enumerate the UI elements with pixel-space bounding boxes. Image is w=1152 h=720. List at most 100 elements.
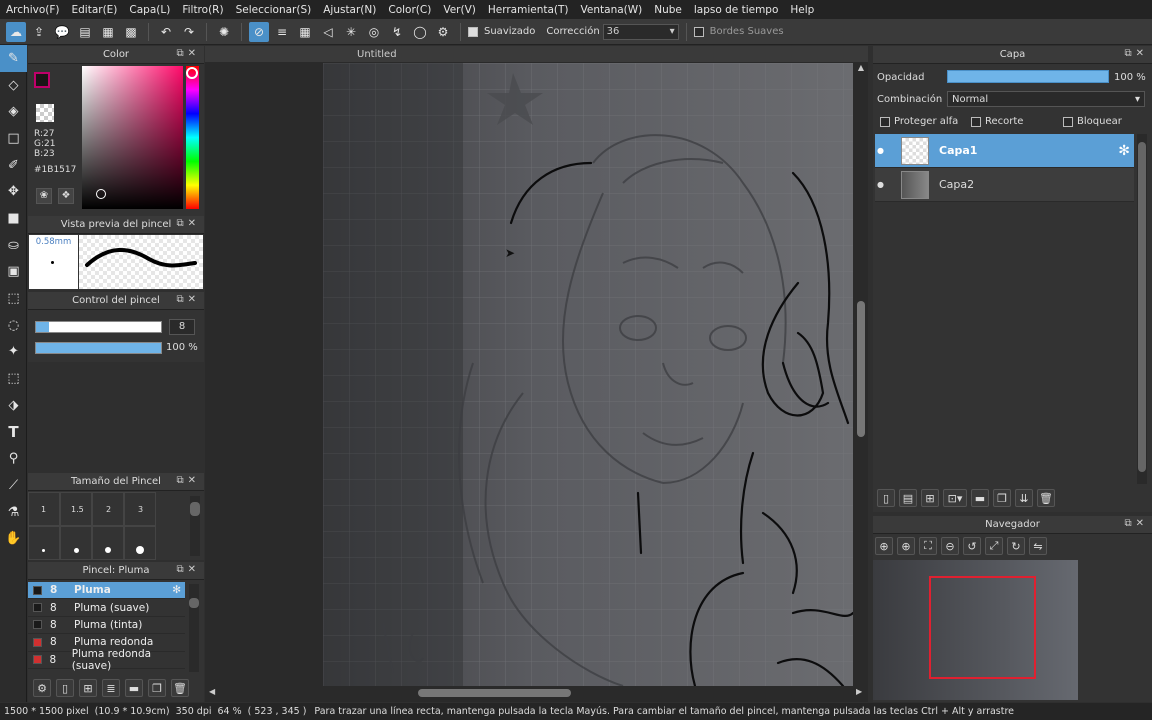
folder-icon[interactable]: ▬: [971, 489, 989, 507]
snap-grid-icon[interactable]: ▦: [295, 22, 315, 42]
gear-icon[interactable]: ✻: [172, 584, 181, 596]
cloud-icon[interactable]: ☁: [6, 21, 26, 42]
menu-help[interactable]: Help: [784, 4, 820, 16]
visibility-icon[interactable]: ●: [877, 180, 891, 189]
scroll-left-icon[interactable]: ◀: [209, 687, 215, 696]
new-layer-alt-icon[interactable]: ▤: [899, 489, 917, 507]
menu-seleccionar[interactable]: Seleccionar(S): [230, 4, 318, 16]
share-icon[interactable]: ⇪: [29, 22, 49, 42]
merge-icon[interactable]: ⇊: [1015, 489, 1033, 507]
folder-icon[interactable]: ▬: [125, 679, 143, 697]
redo-icon[interactable]: ↷: [179, 22, 199, 42]
correction-select[interactable]: 36 ▾: [602, 23, 679, 40]
blur-eraser-icon[interactable]: ◈: [0, 98, 27, 125]
scroll-thumb[interactable]: [190, 502, 200, 516]
navigator-viewport[interactable]: [929, 576, 1036, 679]
gear-icon[interactable]: ✻: [1118, 143, 1130, 159]
trash-icon[interactable]: 🗑: [171, 679, 189, 697]
fit-icon[interactable]: ⛶: [919, 537, 937, 555]
close-icon[interactable]: ⧉✕: [176, 564, 200, 575]
undo-icon[interactable]: ↶: [156, 22, 176, 42]
operation-icon[interactable]: ⚲: [0, 445, 27, 472]
artboard[interactable]: [323, 63, 853, 686]
layer-menu-icon[interactable]: ⊡▾: [943, 489, 967, 507]
menu-ventana[interactable]: Ventana(W): [575, 4, 649, 16]
brush-item[interactable]: 8 Pluma redonda (suave): [28, 648, 185, 672]
close-icon[interactable]: ⧉✕: [1124, 48, 1148, 59]
snap-settings-icon[interactable]: ⚙: [433, 22, 453, 42]
snap-ellipse-icon[interactable]: ◯: [410, 22, 430, 42]
eraser-tool-icon[interactable]: ◇: [0, 72, 27, 99]
grid-icon[interactable]: ▩: [121, 22, 141, 42]
hue-slider[interactable]: [186, 66, 199, 209]
brush-item[interactable]: 8 Pluma ✻: [28, 582, 185, 600]
size-cell[interactable]: 1: [28, 492, 60, 526]
clipping-checkbox[interactable]: [971, 116, 981, 127]
snap-circle-icon[interactable]: ◎: [364, 22, 384, 42]
clipping-option[interactable]: Recorte: [971, 116, 1023, 127]
lasso-icon[interactable]: ◌: [0, 312, 27, 339]
select-eraser-icon[interactable]: ⬗: [0, 392, 27, 419]
menu-capa[interactable]: Capa(L): [123, 4, 176, 16]
snap-vanish-icon[interactable]: ◁: [318, 22, 338, 42]
pen-tool-icon[interactable]: ✎: [0, 45, 27, 72]
size-cell[interactable]: [124, 526, 156, 560]
menu-color[interactable]: Color(C): [382, 4, 437, 16]
menu-herramienta[interactable]: Herramienta(T): [482, 4, 575, 16]
protect-alpha-option[interactable]: Proteger alfa: [880, 116, 958, 127]
scroll-thumb[interactable]: [857, 301, 865, 437]
copy-icon[interactable]: ❐: [148, 679, 166, 697]
close-icon[interactable]: ⧉✕: [176, 218, 200, 229]
blend-select[interactable]: Normal ▾: [947, 91, 1145, 107]
zoom-out-icon[interactable]: ⊖: [941, 537, 959, 555]
protect-alpha-checkbox[interactable]: [880, 116, 890, 127]
select-pen-icon[interactable]: ⬚: [0, 365, 27, 392]
scroll-thumb[interactable]: [418, 689, 571, 697]
brush-size-scrollbar[interactable]: [190, 496, 200, 556]
menu-nube[interactable]: Nube: [648, 4, 688, 16]
text-tool-icon[interactable]: T: [0, 419, 27, 446]
snap-curve-icon[interactable]: ↯: [387, 22, 407, 42]
brush-item[interactable]: 8 Pluma (tinta): [28, 617, 185, 635]
panel-icon[interactable]: ▤: [75, 22, 95, 42]
layout-icon[interactable]: ▦: [98, 22, 118, 42]
hand-tool-icon[interactable]: ✋: [0, 525, 27, 552]
color-field[interactable]: [82, 66, 183, 209]
menu-editar[interactable]: Editar(E): [65, 4, 123, 16]
snap-radial-icon[interactable]: ✳: [341, 22, 361, 42]
menu-ajustar[interactable]: Ajustar(N): [317, 4, 382, 16]
opacity-slider[interactable]: [35, 342, 162, 354]
snap-parallel-icon[interactable]: ≡: [272, 22, 292, 42]
new-layer-icon[interactable]: ▯: [877, 489, 895, 507]
menu-filtro[interactable]: Filtro(R): [176, 4, 229, 16]
loading-icon[interactable]: ✺: [214, 22, 234, 42]
eyedropper-icon[interactable]: ⚗: [0, 499, 27, 526]
layer-item[interactable]: ● Capa1 ✻: [875, 134, 1134, 168]
new-brush-icon[interactable]: ▯: [56, 679, 74, 697]
soft-edges-checkbox[interactable]: [693, 26, 704, 37]
horizontal-scrollbar[interactable]: ◀ ▶: [205, 686, 867, 700]
scroll-right-icon[interactable]: ▶: [856, 687, 862, 696]
scroll-thumb[interactable]: [1138, 142, 1146, 472]
divide-icon[interactable]: ⟋: [0, 472, 27, 499]
close-icon[interactable]: ⧉✕: [176, 475, 200, 486]
rotate-left-icon[interactable]: ↺: [963, 537, 981, 555]
zoom-in-alt-icon[interactable]: ⊕: [897, 537, 915, 555]
layer-scrollbar[interactable]: [1137, 134, 1147, 484]
snap-off-icon[interactable]: ⊘: [249, 21, 269, 42]
visibility-icon[interactable]: ●: [877, 146, 891, 155]
palette-add-icon[interactable]: ❖: [58, 188, 74, 204]
add-brush-icon[interactable]: ⊞: [79, 679, 97, 697]
brush-list-scrollbar[interactable]: [189, 584, 199, 672]
smoothing-checkbox[interactable]: [468, 26, 478, 37]
gradient-icon[interactable]: ▣: [0, 259, 27, 286]
navigator-preview[interactable]: [873, 560, 1078, 700]
close-icon[interactable]: ⧉✕: [176, 48, 200, 59]
rotate-right-icon[interactable]: ↻: [1007, 537, 1025, 555]
palette-icon[interactable]: ❀: [36, 188, 52, 204]
canvas-tab[interactable]: Untitled: [205, 46, 868, 62]
size-cell[interactable]: 2: [92, 492, 124, 526]
bucket-icon[interactable]: ⛀: [0, 232, 27, 259]
menu-ver[interactable]: Ver(V): [437, 4, 482, 16]
flip-icon[interactable]: ⇋: [1029, 537, 1047, 555]
